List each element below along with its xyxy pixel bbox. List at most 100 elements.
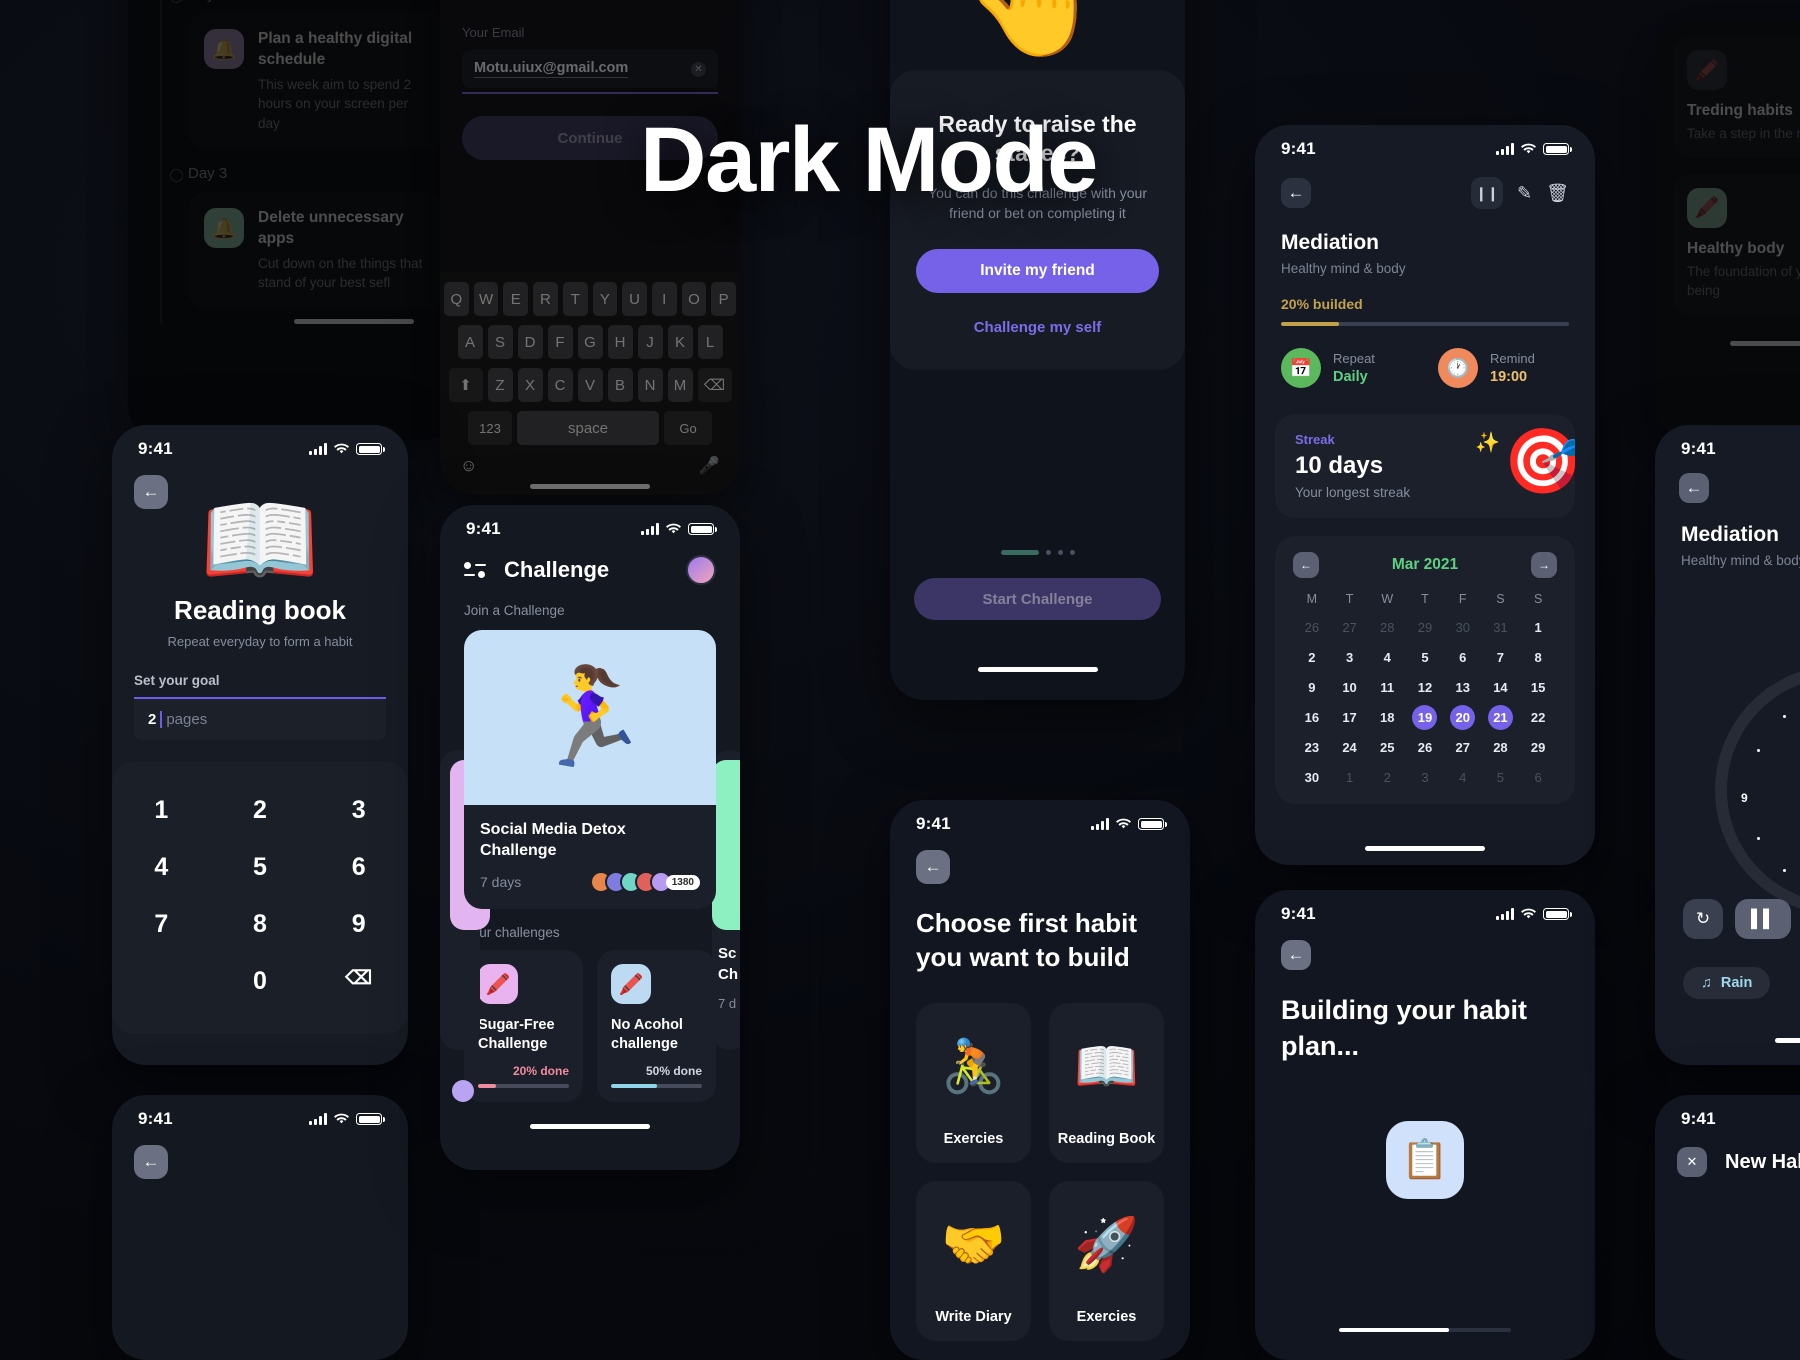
key-c[interactable]: C [547, 368, 573, 402]
key-u[interactable]: U [622, 282, 647, 316]
restart-icon[interactable]: ↻ [1683, 899, 1723, 939]
calendar-day[interactable]: 20 [1444, 704, 1482, 730]
key-o[interactable]: O [681, 282, 707, 316]
key-d[interactable]: D [517, 325, 543, 359]
play-icon[interactable]: ▌▌ [1735, 899, 1791, 939]
keypad-6[interactable]: 6 [309, 839, 408, 896]
keypad-2[interactable]: 2 [211, 782, 310, 839]
repeat-stat[interactable]: 📅 Repeat Daily [1281, 348, 1412, 388]
calendar-day[interactable]: 4 [1444, 764, 1482, 790]
arrow-right-icon[interactable]: → [1530, 552, 1557, 578]
timeline-row[interactable]: Day 3 🔔 Delete unnecessary apps Cut down… [144, 165, 458, 309]
invite-friend-button[interactable]: Invite my friend [916, 249, 1159, 294]
key-x[interactable]: X [517, 368, 543, 402]
sound-selector-button[interactable]: ♫ Rain [1683, 967, 1771, 999]
calendar-day[interactable]: 24 [1331, 734, 1369, 760]
timer-dial[interactable]: 9 [1715, 665, 1800, 915]
calendar-day[interactable]: 26 [1406, 734, 1444, 760]
pause-icon[interactable]: ❙❙ [1471, 177, 1504, 209]
key-q[interactable]: Q [443, 282, 469, 316]
calendar-day[interactable]: 6 [1519, 764, 1557, 790]
key-go[interactable]: Go [664, 411, 712, 445]
backspace-icon[interactable]: ⌫ [697, 368, 732, 402]
on-screen-keyboard[interactable]: Q W E R T Y U I O P A S D F G H J K L ⬆ … [440, 272, 740, 495]
key-b[interactable]: B [607, 368, 633, 402]
calendar-day[interactable]: 22 [1519, 704, 1557, 730]
backspace-icon[interactable]: ⌫ [309, 953, 408, 1010]
key-s[interactable]: S [487, 325, 513, 359]
key-h[interactable]: H [607, 325, 633, 359]
calendar-day[interactable]: 12 [1406, 674, 1444, 700]
key-n[interactable]: N [637, 368, 663, 402]
calendar-day[interactable]: 5 [1482, 764, 1520, 790]
menu-dots-icon[interactable] [464, 561, 486, 579]
key-y[interactable]: Y [592, 282, 618, 316]
key-numeric-toggle[interactable]: 123 [468, 411, 512, 445]
calendar-day[interactable]: 30 [1444, 614, 1482, 640]
calendar-grid[interactable]: 26 27 28 29 30 31 1 2 3 4 5 6 7 8 9 10 11 12 13 14 15 16 17 18 1… [1293, 614, 1557, 790]
keypad-8[interactable]: 8 [211, 896, 310, 953]
arrow-left-icon[interactable]: ← [1293, 552, 1319, 578]
carousel-dots[interactable] [890, 550, 1185, 555]
back-button[interactable]: ← [1281, 940, 1311, 970]
calendar-day[interactable]: 17 [1331, 704, 1369, 730]
key-a[interactable]: A [457, 325, 483, 359]
numeric-keypad[interactable]: 1 2 3 4 5 6 7 8 9 0 ⌫ [112, 762, 408, 1034]
keypad-4[interactable]: 4 [112, 839, 211, 896]
featured-challenge-card[interactable]: 🏃‍♀️ Social Media Detox Challenge 7 days… [464, 630, 716, 910]
avatar[interactable] [686, 555, 716, 585]
goal-input[interactable]: 2 pages [134, 697, 386, 740]
trending-card[interactable]: 🖍️ Healthy body The foundation of your w… [1673, 173, 1800, 315]
calendar-day[interactable]: 30 [1293, 764, 1331, 790]
calendar-day[interactable]: 23 [1293, 734, 1331, 760]
key-p[interactable]: P [711, 282, 737, 316]
calendar-day[interactable]: 8 [1519, 644, 1557, 670]
calendar-day[interactable]: 5 [1406, 644, 1444, 670]
calendar-day[interactable]: 19 [1406, 704, 1444, 730]
challenge-card[interactable]: 🖍️ Sugar-Free Challenge 20% done [464, 950, 583, 1102]
calendar-day[interactable]: 10 [1331, 674, 1369, 700]
calendar-day[interactable]: 27 [1444, 734, 1482, 760]
challenge-card[interactable]: 🖍️ No Acohol challenge 50% done [597, 950, 716, 1102]
calendar-day[interactable]: 29 [1406, 614, 1444, 640]
trending-card[interactable]: 🖍️ Treding habits Take a step in the rig… [1673, 36, 1800, 158]
calendar-day[interactable]: 2 [1293, 644, 1331, 670]
calendar-day[interactable]: 27 [1331, 614, 1369, 640]
keypad-1[interactable]: 1 [112, 782, 211, 839]
calendar-day[interactable]: 28 [1482, 734, 1520, 760]
trash-icon[interactable]: 🗑 [1546, 177, 1569, 209]
microphone-icon[interactable]: 🎤 [699, 456, 720, 476]
key-f[interactable]: F [547, 325, 573, 359]
calendar-day[interactable]: 28 [1368, 614, 1406, 640]
pencil-icon[interactable]: ✎ [1517, 177, 1532, 209]
calendar-day[interactable]: 2 [1368, 764, 1406, 790]
calendar-day[interactable]: 3 [1331, 644, 1369, 670]
calendar-day[interactable]: 13 [1444, 674, 1482, 700]
remind-stat[interactable]: 🕐 Remind 19:00 [1438, 348, 1569, 388]
close-icon[interactable]: ✕ [1677, 1147, 1707, 1177]
carousel-peek-right[interactable]: Sc Ch 7 d [712, 750, 740, 1050]
back-button[interactable]: ← [1281, 178, 1311, 208]
calendar-day[interactable]: 29 [1519, 734, 1557, 760]
keypad-3[interactable]: 3 [309, 782, 408, 839]
calendar-day[interactable]: 4 [1368, 644, 1406, 670]
calendar-day[interactable]: 11 [1368, 674, 1406, 700]
key-space[interactable]: space [517, 411, 659, 445]
calendar-day[interactable]: 3 [1406, 764, 1444, 790]
keypad-5[interactable]: 5 [211, 839, 310, 896]
calendar-day[interactable]: 25 [1368, 734, 1406, 760]
keypad-9[interactable]: 9 [309, 896, 408, 953]
calendar-day[interactable]: 31 [1482, 614, 1520, 640]
back-button[interactable]: ← [134, 1145, 168, 1179]
key-r[interactable]: R [533, 282, 558, 316]
habit-card-reading-book[interactable]: 📖 Reading Book [1049, 1002, 1164, 1163]
key-t[interactable]: T [562, 282, 588, 316]
calendar-day[interactable]: 7 [1482, 644, 1520, 670]
key-w[interactable]: W [473, 282, 499, 316]
back-button[interactable]: ← [916, 850, 950, 884]
timeline-card[interactable]: 🔔 Delete unnecessary apps Cut down on th… [188, 192, 444, 309]
keypad-7[interactable]: 7 [112, 896, 211, 953]
timeline-card[interactable]: 🔔 Plan a healthy digital schedule This w… [188, 13, 444, 150]
key-v[interactable]: V [577, 368, 603, 402]
calendar-day[interactable]: 26 [1293, 614, 1331, 640]
